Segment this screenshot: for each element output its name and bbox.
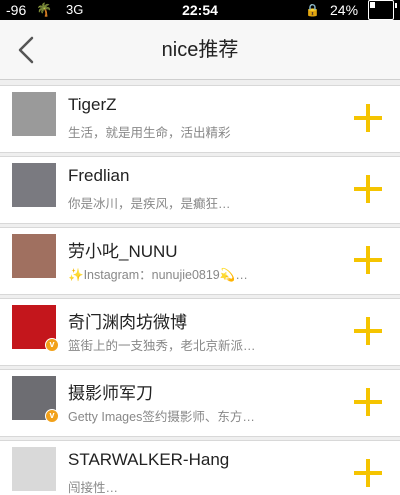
follow-button[interactable] [352,244,384,276]
user-bio: Getty Images签约摄影师、东方… [68,410,255,424]
battery-percent: 24% [330,2,359,18]
battery-icon [368,0,397,20]
user-name: 劳小叱_NUNU [68,242,178,261]
verified-badge-icon: v [45,409,59,423]
avatar[interactable] [12,234,56,278]
navigation-bar: nice推荐 [0,20,400,80]
plus-icon [354,459,382,487]
status-bar: -96 🌴 3G 22:54 🔒 24% [0,0,400,20]
recommended-users-list: TigerZ 生活，就是用生命，活出精彩 Fredlian 你是冰川，是疾风，是癫狂…… [0,85,400,495]
plus-icon [354,388,382,416]
follow-button[interactable] [352,386,384,418]
user-bio: 生活，就是用生命，活出精彩 [68,126,231,140]
list-item[interactable]: v 摄影师军刀 Getty Images签约摄影师、东方… [0,369,400,437]
follow-button[interactable] [352,315,384,347]
user-bio: 闯接性… [68,481,119,495]
user-name: STARWALKER-Hang [68,450,230,469]
avatar[interactable] [12,447,56,491]
rotation-lock-icon: 🔒 [305,3,320,17]
chevron-left-icon [18,36,34,64]
plus-icon [354,104,382,132]
list-item[interactable]: TigerZ 生活，就是用生命，活出精彩 [0,85,400,153]
plus-icon [354,246,382,274]
list-item[interactable]: 劳小叱_NUNU ✨Instagram：nunujie0819💫… [0,227,400,295]
list-item[interactable]: STARWALKER-Hang 闯接性… [0,440,400,495]
user-name: 摄影师军刀 [68,384,153,403]
user-bio: 篮街上的一支独秀，老北京新派… [68,339,256,353]
user-name: TigerZ [68,95,117,114]
user-bio: 你是冰川，是疾风，是癫狂… [68,197,231,211]
follow-button[interactable] [352,102,384,134]
plus-icon [354,317,382,345]
page-title: nice推荐 [161,39,239,61]
list-item[interactable]: v 奇门渊肉坊微博篮街上的一支独秀，老北京新派… [0,298,400,366]
follow-button[interactable] [352,173,384,205]
list-item[interactable]: Fredlian 你是冰川，是疾风，是癫狂… [0,156,400,224]
back-button[interactable] [10,32,46,68]
verified-badge-icon: v [45,338,59,352]
user-bio: ✨Instagram：nunujie0819💫… [68,268,248,282]
avatar[interactable] [12,92,56,136]
user-name: 奇门渊肉坊微博 [68,313,187,332]
avatar[interactable] [12,163,56,207]
plus-icon [354,175,382,203]
user-name: Fredlian [68,166,130,185]
follow-button[interactable] [352,457,384,489]
